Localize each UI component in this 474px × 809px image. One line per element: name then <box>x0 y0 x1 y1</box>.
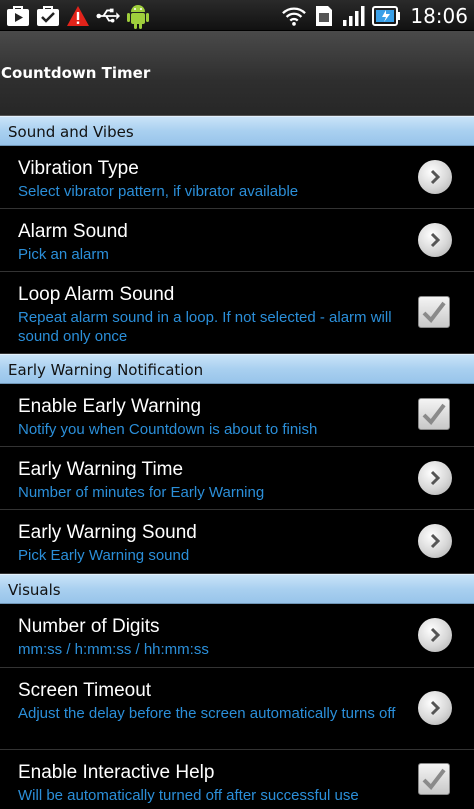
section-header-label: Sound and Vibes <box>8 123 134 141</box>
checkmark-icon <box>422 301 446 324</box>
pref-title: Loop Alarm Sound <box>18 284 175 305</box>
pref-enable-early-warning[interactable]: Enable Early Warning Notify you when Cou… <box>0 384 474 447</box>
pref-title: Vibration Type <box>18 158 139 179</box>
checkmark-icon <box>422 768 446 791</box>
status-bar: 18:06 <box>0 0 474 31</box>
notification-icons <box>6 3 150 29</box>
chevron-right-icon <box>418 691 452 725</box>
pref-title: Screen Timeout <box>18 680 152 701</box>
loop-alarm-checkbox[interactable] <box>418 296 450 328</box>
interactive-help-checkbox[interactable] <box>418 763 450 795</box>
android-icon <box>126 4 150 29</box>
checkmark-icon <box>422 403 446 426</box>
section-header-label: Early Warning Notification <box>8 361 204 379</box>
pref-early-warning-sound[interactable]: Early Warning Sound Pick Early Warning s… <box>0 510 474 574</box>
sim-icon <box>312 4 336 28</box>
battery-icon <box>372 4 401 28</box>
early-warning-checkbox[interactable] <box>418 398 450 430</box>
warning-icon <box>66 4 90 28</box>
play-store-icon <box>6 4 30 28</box>
pref-enable-interactive-help[interactable]: Enable Interactive Help Will be automati… <box>0 750 474 809</box>
pref-vibration-type[interactable]: Vibration Type Select vibrator pattern, … <box>0 146 474 209</box>
pref-screen-timeout[interactable]: Screen Timeout Adjust the delay before t… <box>0 668 474 750</box>
chevron-right-icon <box>418 618 452 652</box>
chevron-right-icon <box>418 524 452 558</box>
pref-summary: Notify you when Countdown is about to fi… <box>18 421 318 438</box>
pref-number-of-digits[interactable]: Number of Digits mm:ss / h:mm:ss / hh:mm… <box>0 604 474 668</box>
pref-title: Early Warning Sound <box>18 522 197 543</box>
system-icons: 18:06 <box>282 0 468 31</box>
pref-summary: Number of minutes for Early Warning <box>18 484 265 501</box>
section-header-visuals: Visuals <box>0 574 474 604</box>
clock: 18:06 <box>410 3 468 28</box>
pref-summary: Will be automatically turned off after s… <box>18 787 359 804</box>
pref-title: Alarm Sound <box>18 221 128 242</box>
pref-loop-alarm-sound[interactable]: Loop Alarm Sound Repeat alarm sound in a… <box>0 272 474 354</box>
section-header-sound-and-vibes: Sound and Vibes <box>0 116 474 146</box>
chevron-right-icon <box>418 223 452 257</box>
task-icon <box>36 4 60 28</box>
usb-icon <box>96 4 120 28</box>
pref-title: Early Warning Time <box>18 459 184 480</box>
pref-summary: Adjust the delay before the screen autom… <box>18 705 396 722</box>
page-title: Countdown Timer <box>1 64 151 82</box>
pref-summary: Pick an alarm <box>18 246 109 263</box>
title-bar: Countdown Timer <box>0 31 474 116</box>
chevron-right-icon <box>418 461 452 495</box>
pref-title: Enable Interactive Help <box>18 762 215 783</box>
wifi-icon <box>282 4 307 28</box>
section-header-label: Visuals <box>8 581 61 599</box>
pref-summary: Select vibrator pattern, if vibrator ava… <box>18 183 299 200</box>
pref-alarm-sound[interactable]: Alarm Sound Pick an alarm <box>0 209 474 272</box>
section-header-early-warning: Early Warning Notification <box>0 354 474 384</box>
chevron-right-icon <box>418 160 452 194</box>
pref-summary: Repeat alarm sound in a loop. If not sel… <box>18 309 392 345</box>
pref-title: Number of Digits <box>18 616 160 637</box>
signal-icon <box>342 4 366 28</box>
pref-early-warning-time[interactable]: Early Warning Time Number of minutes for… <box>0 447 474 510</box>
pref-summary: mm:ss / h:mm:ss / hh:mm:ss <box>18 641 209 658</box>
pref-summary: Pick Early Warning sound <box>18 547 190 564</box>
pref-title: Enable Early Warning <box>18 396 202 417</box>
